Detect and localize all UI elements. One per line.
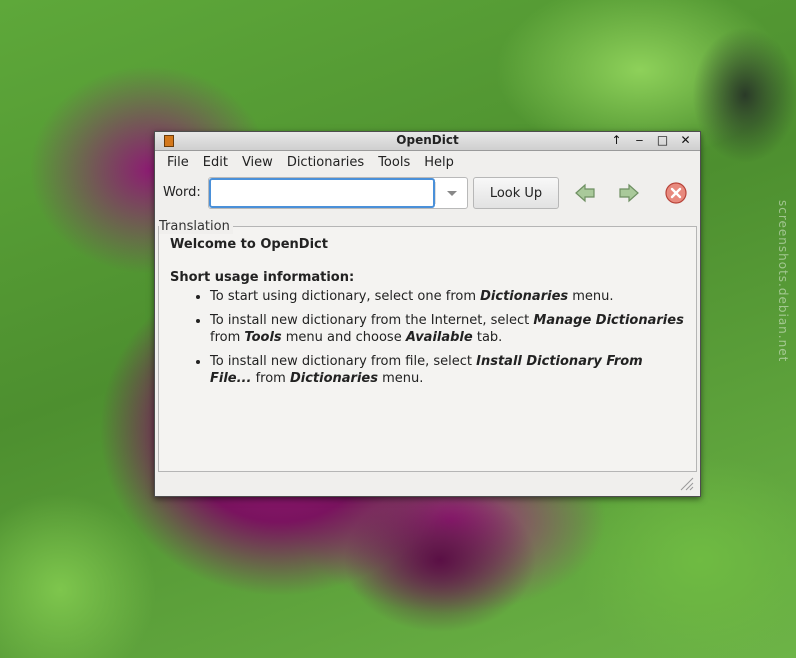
list-item: To start using dictionary, select one fr…	[210, 288, 685, 305]
menubar: File Edit View Dictionaries Tools Help	[155, 151, 700, 173]
arrow-left-icon[interactable]	[571, 179, 599, 207]
resize-grip-icon[interactable]	[678, 475, 694, 491]
list-item: To install new dictionary from file, sel…	[210, 353, 685, 387]
minimize-button[interactable]: ‒	[631, 133, 648, 148]
translation-label: Translation	[159, 219, 233, 234]
opendict-window: OpenDict ↑ ‒ □ ✕ File Edit View Dictiona…	[154, 131, 701, 497]
menu-view[interactable]: View	[235, 155, 280, 170]
word-label: Word:	[163, 185, 201, 200]
shade-button[interactable]: ↑	[608, 133, 625, 148]
menu-tools[interactable]: Tools	[371, 155, 417, 170]
stop-icon[interactable]	[662, 179, 690, 207]
chevron-down-icon[interactable]	[447, 191, 457, 196]
usage-list: To start using dictionary, select one fr…	[170, 288, 685, 387]
look-up-button[interactable]: Look Up	[473, 177, 559, 209]
status-bar	[158, 473, 697, 493]
combo-separator	[435, 182, 436, 204]
usage-heading: Short usage information:	[170, 270, 355, 285]
window-controls: ↑ ‒ □ ✕	[608, 133, 694, 148]
word-input[interactable]	[209, 178, 435, 208]
title-bar[interactable]: OpenDict ↑ ‒ □ ✕	[155, 132, 700, 151]
menu-dictionaries[interactable]: Dictionaries	[280, 155, 371, 170]
arrow-right-icon[interactable]	[615, 179, 643, 207]
word-combobox	[208, 177, 468, 209]
close-button[interactable]: ✕	[677, 133, 694, 148]
welcome-heading: Welcome to OpenDict	[170, 237, 328, 252]
watermark: screenshots.debian.net	[776, 200, 790, 363]
list-item: To install new dictionary from the Inter…	[210, 312, 685, 346]
translation-panel: Translation Welcome to OpenDict Short us…	[158, 219, 697, 472]
translation-content: Welcome to OpenDict Short usage informat…	[170, 237, 685, 394]
menu-edit[interactable]: Edit	[196, 155, 235, 170]
menu-file[interactable]: File	[160, 155, 196, 170]
toolbar: Word: Look Up	[155, 173, 700, 213]
menu-help[interactable]: Help	[417, 155, 461, 170]
maximize-button[interactable]: □	[654, 133, 671, 148]
